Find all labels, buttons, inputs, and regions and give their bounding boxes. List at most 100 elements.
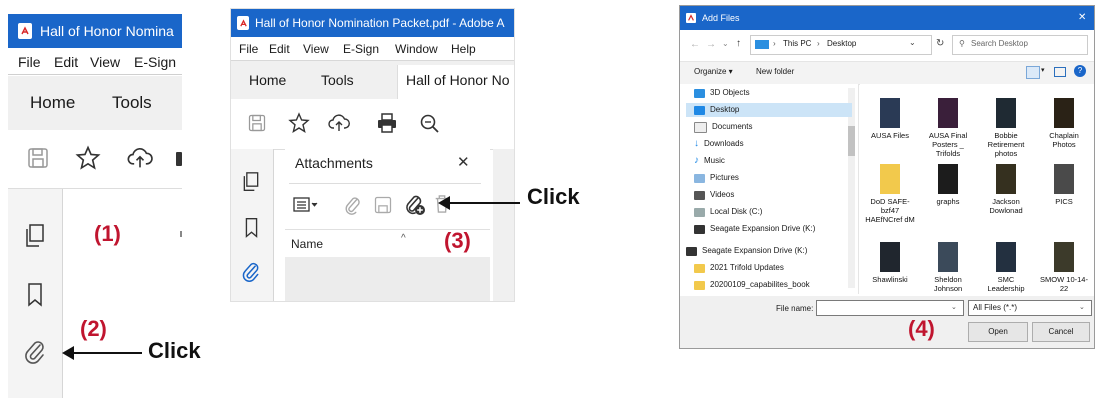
nav-item-documents[interactable]: Documents xyxy=(694,120,752,134)
nav-scrollbar[interactable] xyxy=(848,88,855,288)
menu-file[interactable]: File xyxy=(239,38,258,60)
nav-item-trifold-folder[interactable]: 2021 Trifold Updates xyxy=(694,261,784,275)
search-icon: ⚲ xyxy=(959,39,965,48)
file-item[interactable]: Jackson Dowlonad xyxy=(980,164,1032,215)
refresh-icon[interactable]: ↻ xyxy=(936,38,944,49)
breadcrumb-this-pc[interactable]: This PC xyxy=(783,38,811,50)
nav-item-videos[interactable]: Videos xyxy=(694,188,734,202)
menu-esign[interactable]: E-Sign xyxy=(134,50,176,74)
chevron-down-icon[interactable]: ⌄ xyxy=(1079,302,1085,314)
chevron-down-icon[interactable]: ⌄ xyxy=(951,302,957,314)
open-button[interactable]: Open xyxy=(968,322,1028,342)
nav-item-local-disk[interactable]: Local Disk (C:) xyxy=(694,205,762,219)
file-item[interactable]: graphs xyxy=(922,164,974,206)
add-attachment-icon[interactable] xyxy=(403,193,427,217)
menu-window[interactable]: Window xyxy=(395,38,438,60)
file-item[interactable]: AUSA Files xyxy=(864,98,916,140)
folder-icon xyxy=(996,98,1016,128)
tab-document[interactable]: Hall of Honor No xyxy=(397,65,514,99)
zoom-icon[interactable] xyxy=(417,111,441,135)
breadcrumb-sep-icon: › xyxy=(817,39,820,48)
nav-item-seagate-drive-root[interactable]: Seagate Expansion Drive (K:) xyxy=(686,244,807,258)
view-dropdown-icon[interactable]: ▾ xyxy=(1041,66,1045,74)
file-item[interactable]: Sheldon Johnson xyxy=(922,242,974,293)
nav-item-downloads[interactable]: ↓ Downloads xyxy=(694,137,744,151)
print-icon[interactable] xyxy=(375,111,399,135)
menu-view[interactable]: View xyxy=(303,38,329,60)
menu-edit[interactable]: Edit xyxy=(269,38,290,60)
nav-item-music[interactable]: ♪ Music xyxy=(694,154,725,168)
star-icon[interactable] xyxy=(287,111,311,135)
file-item[interactable]: AUSA Final Posters _ Trifolds xyxy=(922,98,974,158)
save-icon[interactable] xyxy=(26,146,50,170)
close-icon[interactable]: ✕ xyxy=(457,153,470,171)
folder-icon xyxy=(1054,242,1074,272)
file-item[interactable]: DoD SAFE-bzf47 HAEfNCref dM xyxy=(864,164,916,224)
save-icon[interactable] xyxy=(247,113,267,133)
menu-esign[interactable]: E-Sign xyxy=(343,38,379,60)
bookmark-icon[interactable] xyxy=(25,282,45,308)
menu-bar: File Edit View E-Sign Window Help xyxy=(231,38,514,61)
nav-item-seagate-drive[interactable]: Seagate Expansion Drive (K:) xyxy=(694,222,815,236)
tab-tools[interactable]: Tools xyxy=(321,61,354,99)
attachment-paperclip-icon[interactable] xyxy=(23,339,47,365)
attachments-panel: Attachments ✕ Name ^ xyxy=(285,149,490,301)
attachment-paperclip-icon[interactable] xyxy=(241,261,261,283)
menu-edit[interactable]: Edit xyxy=(54,50,78,74)
file-item[interactable]: Chaplain Photos xyxy=(1038,98,1090,149)
save-attachment-icon[interactable] xyxy=(373,195,393,215)
organize-button[interactable]: Organize ▾ xyxy=(694,67,733,76)
help-icon[interactable]: ? xyxy=(1074,65,1086,77)
tab-tools[interactable]: Tools xyxy=(112,76,152,130)
star-icon[interactable] xyxy=(74,144,102,172)
options-list-icon[interactable] xyxy=(293,197,319,213)
breadcrumb-desktop[interactable]: Desktop xyxy=(827,38,856,50)
menu-help[interactable]: Help xyxy=(451,38,476,60)
file-type-select[interactable]: All Files (*.*) ⌄ xyxy=(968,300,1092,316)
preview-pane-icon[interactable] xyxy=(1054,67,1066,77)
address-bar[interactable]: › This PC › Desktop ⌄ xyxy=(750,35,932,55)
chevron-down-icon[interactable]: ⌄ xyxy=(909,37,916,49)
back-arrow-icon[interactable]: ← xyxy=(690,39,700,50)
menu-view[interactable]: View xyxy=(90,50,120,74)
open-attachment-icon[interactable] xyxy=(343,194,365,216)
cloud-upload-icon[interactable] xyxy=(327,111,351,135)
bookmark-icon[interactable] xyxy=(243,217,260,239)
file-item[interactable]: Shawlinski xyxy=(864,242,916,284)
folder-icon xyxy=(1054,98,1074,128)
acrobat-logo-icon xyxy=(18,23,32,39)
close-icon[interactable]: ✕ xyxy=(1078,6,1086,30)
forward-arrow-icon[interactable]: → xyxy=(706,39,716,50)
up-arrow-icon[interactable]: ↑ xyxy=(736,38,741,49)
menu-file[interactable]: File xyxy=(18,50,41,74)
view-options-icon[interactable] xyxy=(1026,66,1040,79)
file-item[interactable]: SMOW 10-14-22 xyxy=(1038,242,1090,293)
dialog-title-bar: Add Files ✕ xyxy=(680,6,1094,30)
file-item[interactable]: PICS xyxy=(1038,164,1090,206)
nav-item-capabilities-folder[interactable]: 20200109_capabilites_book xyxy=(694,278,810,292)
file-item[interactable]: SMC Leadership xyxy=(980,242,1032,293)
pages-icon[interactable] xyxy=(241,171,261,193)
dialog-title: Add Files xyxy=(702,13,740,23)
folder-icon xyxy=(938,98,958,128)
column-header-name[interactable]: Name xyxy=(291,237,323,251)
file-name-input[interactable]: ⌄ xyxy=(816,300,964,316)
print-icon[interactable] xyxy=(176,152,182,166)
file-item[interactable]: Bobbie Retirement photos xyxy=(980,98,1032,158)
search-box[interactable]: ⚲ Search Desktop xyxy=(952,35,1088,55)
cancel-button[interactable]: Cancel xyxy=(1032,322,1090,342)
nav-scroll-thumb[interactable] xyxy=(848,126,855,156)
tab-home[interactable]: Home xyxy=(30,76,75,130)
cloud-upload-icon[interactable] xyxy=(126,144,154,172)
window-title: Hall of Honor Nomina xyxy=(40,23,174,39)
left-rail xyxy=(231,149,274,301)
nav-item-desktop[interactable]: Desktop xyxy=(686,103,852,117)
nav-item-3d-objects[interactable]: 3D Objects xyxy=(694,86,750,100)
nav-item-pictures[interactable]: Pictures xyxy=(694,171,739,185)
sort-ascending-icon[interactable]: ^ xyxy=(401,233,406,244)
drive-icon xyxy=(694,207,705,217)
tab-home[interactable]: Home xyxy=(249,61,286,99)
recent-chevron-icon[interactable]: ⌄ xyxy=(722,39,729,48)
pages-icon[interactable] xyxy=(23,223,47,249)
new-folder-button[interactable]: New folder xyxy=(756,67,794,76)
